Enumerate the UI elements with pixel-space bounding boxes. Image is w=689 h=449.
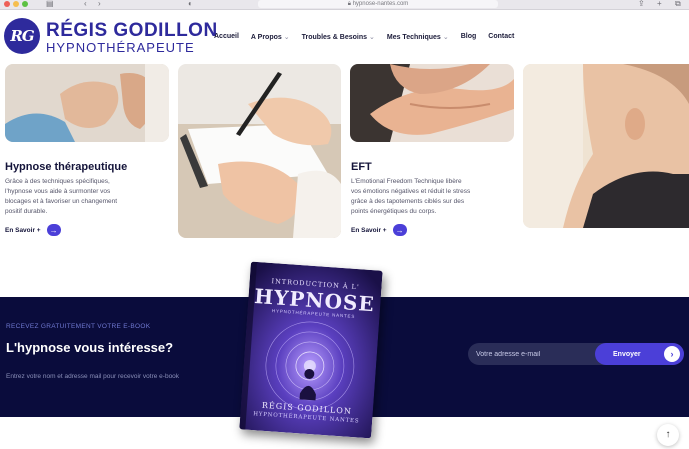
logo-mark: RG — [10, 27, 34, 45]
back-to-top-button[interactable]: ↑ — [657, 424, 679, 446]
page: ▤ ‹ › ◐ 🔒︎ hypnose-nantes.com ⇪ + ⧉ RG R… — [0, 0, 689, 449]
minimize-window-button[interactable] — [13, 1, 19, 7]
nav-label: Troubles & Besoins — [301, 34, 367, 41]
card-text-line: l'hypnose vous aide à surmonter vos — [5, 188, 111, 195]
chevron-right-icon: › — [664, 346, 680, 362]
card-text-line: L'Emotional Freedom Technique libère — [351, 178, 462, 185]
chevron-down-icon: ⌄ — [369, 34, 375, 41]
nav-item-accueil[interactable]: Accueil — [214, 33, 239, 41]
card-image-woman[interactable] — [523, 64, 689, 228]
new-tab-icon[interactable]: + — [657, 0, 662, 9]
close-window-button[interactable] — [4, 1, 10, 7]
email-field[interactable] — [476, 343, 596, 365]
forward-icon[interactable]: › — [98, 0, 101, 9]
logo-name[interactable]: RÉGIS GODILLON — [46, 21, 218, 41]
address-bar-url: hypnose-nantes.com — [352, 1, 409, 7]
nav-label: Contact — [488, 33, 515, 40]
card-text-line: vos émotions négatives et réduit le stre… — [351, 188, 471, 195]
shield-icon[interactable]: ◐ — [188, 0, 193, 9]
nav-item-mes-techniques[interactable]: Mes Techniques ⌄ — [387, 33, 449, 41]
address-bar[interactable]: 🔒︎ hypnose-nantes.com — [258, 0, 498, 8]
chevron-down-icon: ⌄ — [283, 34, 290, 41]
ebook-eyebrow: RECEVEZ GRATUITEMENT VOTRE E-BOOK — [6, 323, 151, 330]
ebook-description: Entrez votre nom et adresse mail pour re… — [6, 373, 180, 380]
back-icon[interactable]: ‹ — [84, 0, 87, 9]
nav-label: Accueil — [214, 33, 239, 40]
card-title-eft: EFT — [351, 161, 372, 173]
nav-item-contact[interactable]: Contact — [488, 33, 514, 41]
nav-label: Blog — [460, 33, 477, 40]
card-image-hypnose[interactable] — [5, 64, 169, 142]
tab-overview-icon[interactable]: ⧉ — [675, 0, 681, 9]
sidebar-icon[interactable]: ▤ — [46, 0, 54, 9]
card-text-line: grâce à des tapotements ciblés sur des — [351, 198, 465, 205]
card-text-line: blocages et à favoriser un changement — [5, 198, 118, 205]
learn-more-eft-link[interactable]: En Savoir + → — [351, 224, 407, 236]
nav-label: Mes Techniques — [386, 34, 441, 41]
browser-toolbar: ▤ ‹ › ◐ 🔒︎ hypnose-nantes.com ⇪ + ⧉ — [0, 0, 689, 10]
nav-item-troubles-besoins[interactable]: Troubles & Besoins ⌄ — [302, 33, 375, 41]
maximize-window-button[interactable] — [22, 1, 28, 7]
card-text-hypnose: Grâce à des techniques spécifiques, l'hy… — [5, 177, 175, 217]
chevron-down-icon: ⌄ — [442, 34, 449, 41]
card-image-eft[interactable] — [350, 64, 514, 142]
newsletter-form: Envoyer › — [468, 343, 684, 365]
chevron-up-icon: ↑ — [665, 429, 671, 440]
main-nav: Accueil A Propos ⌄ Troubles & Besoins ⌄ Me… — [214, 33, 526, 41]
logo-subtitle: HYPNOTHÉRAPEUTE — [46, 40, 195, 55]
logo-badge[interactable]: RG — [4, 18, 40, 54]
nav-label: A Propos — [250, 34, 282, 41]
ebook-title: L'hypnose vous intéresse? — [6, 340, 174, 355]
learn-more-label: En Savoir + — [5, 226, 41, 234]
send-button-label: Envoyer — [613, 350, 641, 358]
card-title-hypnose: Hypnose thérapeutique — [5, 161, 128, 173]
lock-icon: 🔒︎ — [347, 1, 351, 7]
card-image-writing[interactable] — [178, 64, 341, 238]
nav-item-a-propos[interactable]: A Propos ⌄ — [251, 33, 290, 41]
card-text-eft: L'Emotional Freedom Technique libère vos… — [351, 177, 521, 217]
share-icon[interactable]: ⇪ — [638, 0, 645, 9]
arrow-right-icon[interactable]: → — [46, 224, 61, 236]
learn-more-label: En Savoir + — [351, 226, 387, 234]
nav-item-blog[interactable]: Blog — [461, 33, 477, 41]
card-text-line: positif durable. — [5, 208, 48, 215]
card-text-line: points énergétiques du corps. — [351, 208, 437, 215]
card-text-line: Grâce à des techniques spécifiques, — [5, 178, 110, 185]
arrow-right-icon[interactable]: → — [392, 224, 407, 236]
ebook-cover: INTRODUCTION À L' HYPNOSE HYPNOTHÉRAPEUT… — [239, 261, 383, 439]
send-button[interactable]: Envoyer › — [595, 343, 684, 365]
learn-more-hypnose-link[interactable]: En Savoir + → — [5, 224, 61, 236]
